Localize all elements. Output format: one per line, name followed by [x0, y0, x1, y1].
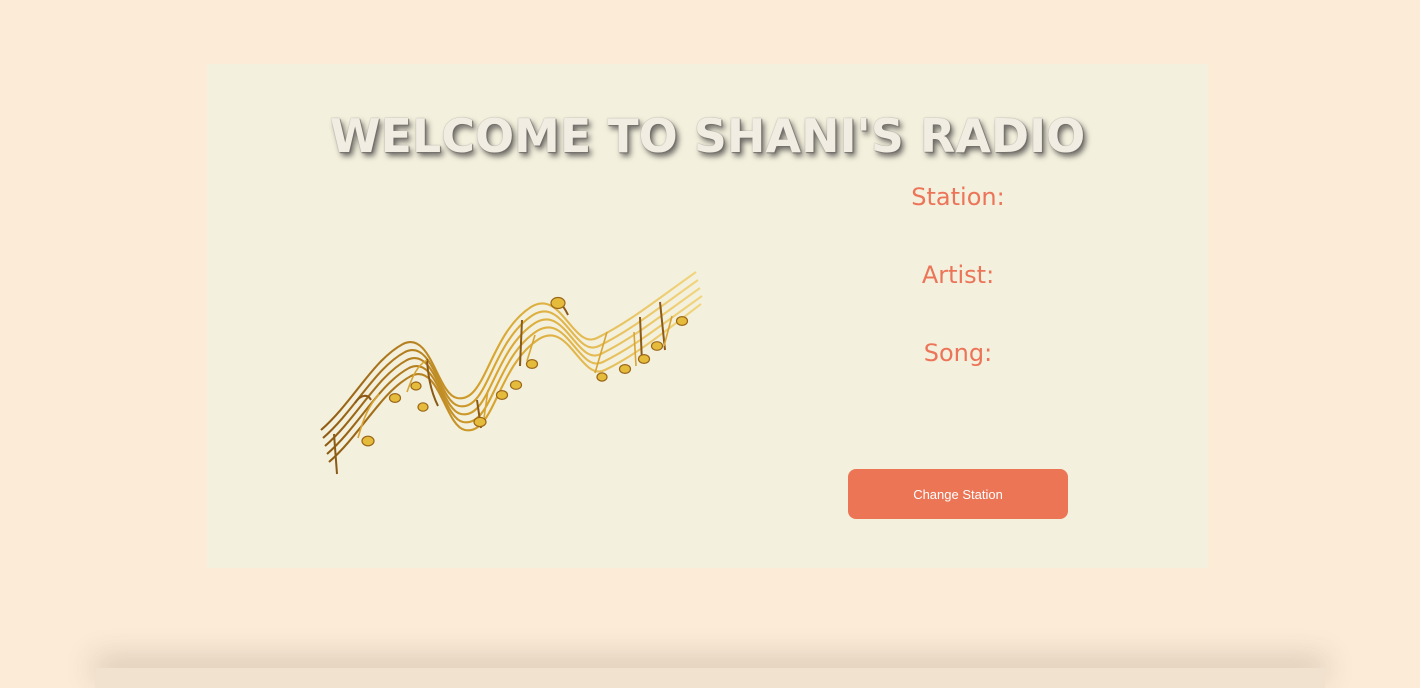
- song-label: Song:: [923, 339, 993, 367]
- change-station-button[interactable]: Change Station: [848, 469, 1068, 519]
- radio-panel: WELCOME TO SHANI'S RADIO Station: Artist…: [207, 64, 1208, 568]
- music-staff-notes-icon: [320, 271, 703, 475]
- music-notes-image: [311, 262, 703, 482]
- page-title: WELCOME TO SHANI'S RADIO: [329, 108, 1086, 163]
- bottom-shadow-strip: [95, 668, 1325, 688]
- station-label: Station:: [911, 183, 1005, 211]
- artist-label: Artist:: [921, 261, 995, 289]
